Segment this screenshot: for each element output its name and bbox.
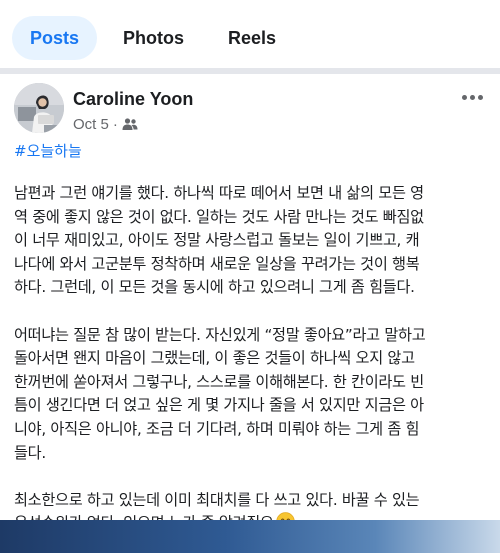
post-header: Caroline Yoon Oct 5 ·	[14, 83, 486, 133]
post-date[interactable]: Oct 5	[73, 116, 109, 133]
tab-photos[interactable]: Photos	[105, 16, 202, 60]
tab-reels[interactable]: Reels	[210, 16, 294, 60]
post-body: 남편과 그런 얘기를 했다. 하나씩 따로 떼어서 보면 내 삶의 모든 영 역…	[14, 182, 490, 560]
friends-icon	[122, 118, 138, 130]
avatar-photo	[14, 83, 64, 133]
author-name[interactable]: Caroline Yoon	[73, 89, 193, 110]
post-paragraph: 어떠냐는 질문 참 많이 받는다. 자신있게 “정말 좋아요”라고 말하고 돌아…	[14, 325, 426, 462]
dot-icon	[477, 94, 483, 100]
meta-separator: ·	[112, 115, 118, 133]
dot-icon	[461, 94, 467, 100]
avatar[interactable]	[14, 83, 64, 133]
dot-icon	[469, 94, 475, 100]
section-divider	[0, 68, 500, 74]
more-options-button[interactable]	[458, 87, 486, 107]
next-post-image-edge	[0, 520, 500, 553]
hashtag-link[interactable]: #오늘하늘	[14, 140, 82, 161]
profile-tabs: Posts Photos Reels	[0, 0, 500, 66]
post-paragraph: 남편과 그런 얘기를 했다. 하나씩 따로 떼어서 보면 내 삶의 모든 영 역…	[14, 184, 424, 297]
post-meta: Oct 5 ·	[73, 115, 138, 133]
tab-posts[interactable]: Posts	[12, 16, 98, 60]
